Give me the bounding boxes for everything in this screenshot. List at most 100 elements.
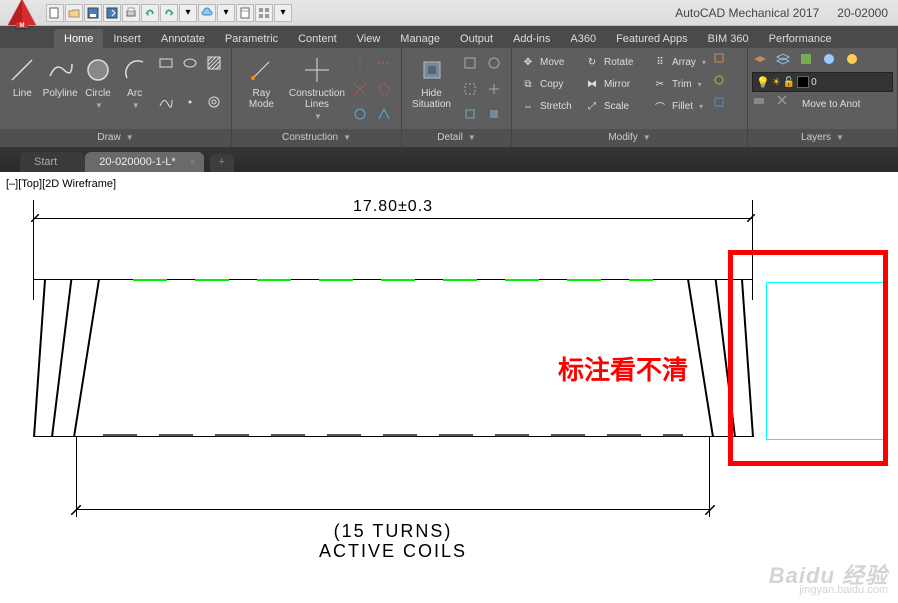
dim-line	[33, 218, 753, 219]
svg-text:M: M	[20, 23, 25, 29]
ray-mode-button[interactable]: Ray Mode	[238, 52, 285, 127]
detail-e-icon[interactable]	[459, 103, 481, 125]
arc-icon	[119, 54, 151, 86]
qat-dropdown-icon[interactable]: ▾	[179, 4, 197, 22]
rectangle-icon[interactable]	[155, 52, 177, 74]
close-icon[interactable]: ×	[190, 157, 196, 168]
layer-states-icon[interactable]	[775, 51, 795, 71]
detail-c-icon[interactable]	[459, 78, 481, 100]
panel-draw-title[interactable]: Draw▼	[0, 129, 231, 147]
layer-iso-icon[interactable]	[798, 51, 818, 71]
file-tab-active[interactable]: 20-020000-1-L*×	[85, 152, 203, 172]
qat-dropdown2-icon[interactable]: ▾	[217, 4, 235, 22]
qat-customize-icon[interactable]: ▾	[274, 4, 292, 22]
arc-button[interactable]: Arc▼	[118, 52, 151, 127]
ribbon: Line Polyline Circle▼ Arc▼ Draw▼ Ray Mod…	[0, 48, 898, 148]
qat-undo-icon[interactable]	[141, 4, 159, 22]
match-icon[interactable]	[775, 93, 795, 113]
panel-layers-title[interactable]: Layers▼	[748, 129, 897, 147]
trim-button[interactable]: ✂Trim▾	[648, 73, 712, 95]
detail-b-icon[interactable]	[483, 52, 505, 74]
app-name: AutoCAD Mechanical 2017	[675, 6, 819, 20]
move-to-layer-button[interactable]: Move to Anot	[798, 93, 893, 115]
modify-ext-b-icon[interactable]	[712, 73, 730, 95]
layer-selector[interactable]: 💡 ☀ 🔓 0	[752, 72, 893, 92]
qat-save-icon[interactable]	[84, 4, 102, 22]
misc-draw-icon[interactable]	[203, 91, 225, 113]
panel-construction-title[interactable]: Construction▼	[232, 129, 401, 147]
tab-a360[interactable]: A360	[560, 29, 606, 48]
panel-layers: 💡 ☀ 🔓 0 Move to Anot Layers▼	[748, 48, 898, 147]
qat-plot-icon[interactable]	[122, 4, 140, 22]
hatch-icon[interactable]	[203, 52, 225, 74]
xline-icon	[301, 54, 333, 86]
make-current-icon[interactable]	[752, 93, 772, 113]
cline-cross-icon[interactable]	[349, 78, 371, 100]
bulb-icon: 💡	[756, 76, 770, 89]
fillet-button[interactable]: ⌒Fillet▾	[648, 95, 712, 117]
layer-off-icon[interactable]	[844, 51, 864, 71]
cline-v-icon[interactable]	[373, 52, 395, 74]
qat-cloud-icon[interactable]	[198, 4, 216, 22]
layer-name: 0	[811, 77, 889, 88]
line-button[interactable]: Line	[6, 52, 39, 127]
cline-h-icon[interactable]	[349, 52, 371, 74]
tab-home[interactable]: Home	[54, 29, 103, 48]
file-tab-start[interactable]: Start	[20, 152, 85, 172]
tab-performance[interactable]: Performance	[759, 29, 842, 48]
cline-proj-icon[interactable]	[373, 103, 395, 125]
tab-output[interactable]: Output	[450, 29, 503, 48]
circle-icon	[82, 54, 114, 86]
dim-tick-icon	[71, 505, 81, 515]
tab-view[interactable]: View	[347, 29, 391, 48]
tab-bim360[interactable]: BIM 360	[698, 29, 759, 48]
tab-content[interactable]: Content	[288, 29, 347, 48]
dim-tick-icon	[705, 505, 715, 515]
drawing-canvas[interactable]: [–][Top][2D Wireframe] 17.80±0.3	[0, 172, 898, 603]
ellipse-icon[interactable]	[179, 52, 201, 74]
qat-new-icon[interactable]	[46, 4, 64, 22]
layer-prop-icon[interactable]	[752, 51, 772, 71]
qat-saveas-icon[interactable]	[103, 4, 121, 22]
modify-ext-a-icon[interactable]	[712, 51, 730, 73]
array-icon: ⠿	[652, 54, 668, 70]
qat-open-icon[interactable]	[65, 4, 83, 22]
cline-hole-icon[interactable]	[349, 103, 371, 125]
dim-tick-icon	[31, 214, 39, 222]
app-icon[interactable]: M	[4, 0, 40, 30]
detail-a-icon[interactable]	[459, 52, 481, 74]
detail-d-icon[interactable]	[483, 78, 505, 100]
mirror-button[interactable]: ⧓Mirror	[580, 73, 648, 95]
panel-detail-title[interactable]: Detail▼	[402, 129, 511, 147]
spline-icon[interactable]	[155, 91, 177, 113]
viewport-state[interactable]: [–][Top][2D Wireframe]	[6, 178, 116, 190]
copy-button[interactable]: ⧉Copy	[516, 73, 580, 95]
new-tab-button[interactable]: +	[210, 154, 234, 172]
tab-addins[interactable]: Add-ins	[503, 29, 560, 48]
point-icon[interactable]	[179, 91, 201, 113]
tab-insert[interactable]: Insert	[103, 29, 151, 48]
construction-lines-button[interactable]: Construction Lines▼	[289, 52, 345, 127]
tab-manage[interactable]: Manage	[390, 29, 450, 48]
cline-circle-icon[interactable]	[373, 78, 395, 100]
move-button[interactable]: ✥Move	[516, 51, 580, 73]
qat-workspace-icon[interactable]	[255, 4, 273, 22]
rotate-button[interactable]: ↻Rotate	[580, 51, 648, 73]
tab-parametric[interactable]: Parametric	[215, 29, 288, 48]
polyline-button[interactable]: Polyline	[43, 52, 78, 127]
modify-ext-c-icon[interactable]	[712, 95, 730, 117]
tab-featured[interactable]: Featured Apps	[606, 29, 698, 48]
qat-sheet-icon[interactable]	[236, 4, 254, 22]
hide-situation-button[interactable]: Hide Situation	[408, 52, 455, 127]
ray-icon	[245, 54, 277, 86]
panel-modify-title[interactable]: Modify▼	[512, 129, 747, 147]
lock-icon: 🔓	[783, 77, 795, 88]
qat-redo-icon[interactable]	[160, 4, 178, 22]
layer-freeze-icon[interactable]	[821, 51, 841, 71]
stretch-button[interactable]: ⇔Stretch	[516, 95, 580, 117]
array-button[interactable]: ⠿Array▾	[648, 51, 712, 73]
circle-button[interactable]: Circle▼	[82, 52, 115, 127]
detail-f-icon[interactable]	[483, 103, 505, 125]
scale-button[interactable]: ⤢Scale	[580, 95, 648, 117]
tab-annotate[interactable]: Annotate	[151, 29, 215, 48]
